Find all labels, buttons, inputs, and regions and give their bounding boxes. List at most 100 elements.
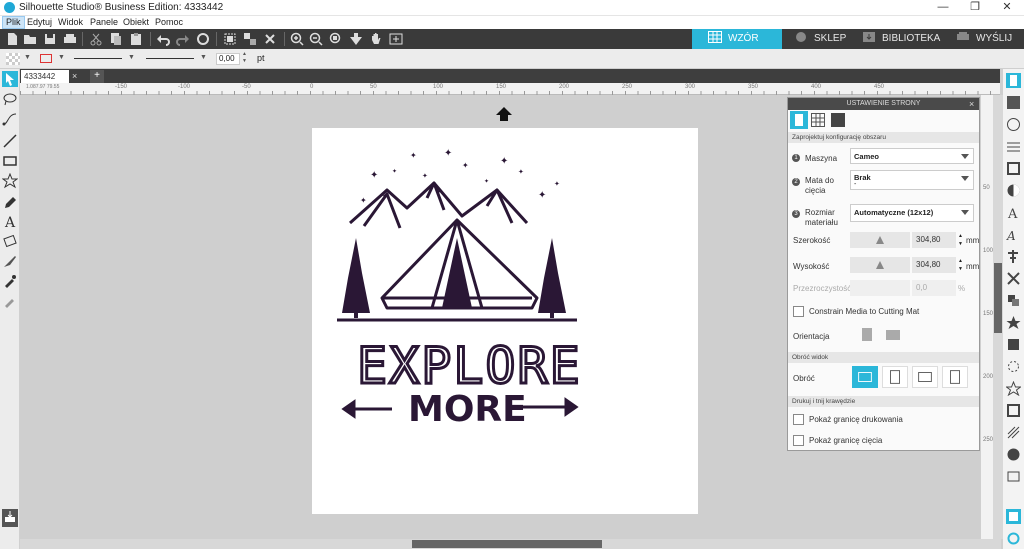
line-style-select[interactable] xyxy=(74,58,122,59)
paste-icon[interactable] xyxy=(128,31,144,47)
rotate-180-button[interactable] xyxy=(912,366,938,388)
rectangle-tool-icon[interactable] xyxy=(2,153,18,169)
vertical-scrollbar[interactable] xyxy=(993,95,1003,539)
group-icon[interactable] xyxy=(222,31,238,47)
height-input[interactable]: 304,80 xyxy=(912,257,956,273)
document-tab[interactable]: 4333442 xyxy=(21,70,69,83)
redraw-icon[interactable] xyxy=(195,31,211,47)
import-icon[interactable] xyxy=(2,509,18,527)
minimize-button[interactable]: — xyxy=(927,0,959,16)
explore-more-artwork[interactable]: ✦✦ ✦ ✦ ✦✦ ✦✦✦ ✦ ✦✦ ✦✦ EXPLORE MORE xyxy=(312,128,698,514)
media-size-select[interactable]: Automatyczne (12x12) xyxy=(850,204,974,222)
line-style-dropdown-icon[interactable]: ▼ xyxy=(128,54,135,61)
menu-object[interactable]: Obiekt xyxy=(120,16,152,29)
pixscan-icon[interactable] xyxy=(1006,95,1021,110)
offset-icon[interactable] xyxy=(1006,337,1021,352)
menu-view[interactable]: Widok xyxy=(55,16,86,29)
zoom-in-icon[interactable] xyxy=(289,31,305,47)
replicate-icon[interactable] xyxy=(1006,293,1021,308)
fit-to-page-icon[interactable] xyxy=(348,31,364,47)
pencil-tool-icon[interactable] xyxy=(2,195,18,211)
library-panel-icon[interactable] xyxy=(1006,469,1021,484)
send-panel-icon[interactable] xyxy=(1006,509,1021,524)
line-color-icon[interactable] xyxy=(1006,161,1021,176)
line-width-input[interactable]: 0,00 xyxy=(216,53,240,65)
select-tool-icon[interactable] xyxy=(2,71,18,87)
delete-icon[interactable] xyxy=(262,31,278,47)
line-color-dropdown-icon[interactable]: ▼ xyxy=(58,54,65,61)
background-tab-icon[interactable] xyxy=(831,113,845,127)
text-path-icon[interactable]: A xyxy=(1006,227,1021,242)
grid-tab-icon[interactable] xyxy=(811,113,825,127)
document-tab-close-button[interactable]: × xyxy=(72,70,84,83)
knife-tool-icon[interactable] xyxy=(2,253,18,269)
machine-select[interactable]: Cameo xyxy=(850,148,974,164)
maximize-button[interactable]: ❐ xyxy=(959,0,991,16)
vertical-scroll-thumb[interactable] xyxy=(994,263,1002,333)
cut-border-checkbox[interactable] xyxy=(793,435,804,446)
rotate-90-button[interactable] xyxy=(882,366,908,388)
trace-icon[interactable] xyxy=(1006,359,1021,374)
open-folder-icon[interactable] xyxy=(22,31,38,47)
height-stepper[interactable]: ▲ ▼ xyxy=(958,257,963,273)
tab-design[interactable]: WZÓR xyxy=(692,29,782,49)
rotate-0-button[interactable] xyxy=(852,366,878,388)
portrait-orientation-icon[interactable] xyxy=(862,328,872,341)
width-slider[interactable] xyxy=(850,232,910,248)
refresh-icon[interactable] xyxy=(1006,531,1021,546)
tab-send[interactable]: WYŚLIJ xyxy=(948,29,1024,49)
panel-close-button[interactable]: × xyxy=(969,98,974,110)
layers-icon[interactable] xyxy=(1006,403,1021,418)
line-join-dropdown-icon[interactable]: ▼ xyxy=(200,54,207,61)
fill-color-icon[interactable] xyxy=(1006,117,1021,132)
tab-library[interactable]: BIBLIOTEKA xyxy=(854,29,948,49)
sketch-icon[interactable] xyxy=(1006,425,1021,440)
constrain-media-checkbox[interactable] xyxy=(793,306,804,317)
mat-select[interactable]: Brak - xyxy=(850,170,974,190)
width-stepper[interactable]: ▲ ▼ xyxy=(958,232,963,248)
ungroup-icon[interactable] xyxy=(242,31,258,47)
eraser-tool-icon[interactable] xyxy=(2,233,18,249)
favorites-icon[interactable] xyxy=(1006,381,1021,396)
polygon-tool-icon[interactable] xyxy=(2,173,18,189)
fill-color-swatch[interactable] xyxy=(6,53,20,65)
tab-store[interactable]: SKLEP xyxy=(782,29,854,49)
gradient-icon[interactable] xyxy=(1006,183,1021,198)
modify-icon[interactable] xyxy=(1006,315,1021,330)
transform-icon[interactable] xyxy=(1006,271,1021,286)
horizontal-scrollbar[interactable] xyxy=(20,539,1001,549)
pan-hand-icon[interactable] xyxy=(368,31,384,47)
lasso-tool-icon[interactable] xyxy=(2,91,18,107)
eyedropper-alt-tool-icon[interactable] xyxy=(2,293,18,309)
new-file-icon[interactable] xyxy=(4,31,20,47)
menu-edit[interactable]: Edytuj xyxy=(24,16,55,29)
save-icon[interactable] xyxy=(42,31,58,47)
transparency-input[interactable]: 0,0 xyxy=(912,280,956,296)
cut-icon[interactable] xyxy=(88,31,104,47)
menu-help[interactable]: Pomoc xyxy=(152,16,186,29)
edit-points-tool-icon[interactable] xyxy=(2,111,18,127)
fit-window-icon[interactable] xyxy=(388,31,404,47)
line-tool-icon[interactable] xyxy=(2,133,18,149)
close-window-button[interactable]: ✕ xyxy=(991,0,1023,16)
horizontal-scroll-thumb[interactable] xyxy=(412,540,602,548)
page-setup-icon[interactable] xyxy=(1006,73,1021,88)
width-input[interactable]: 304,80 xyxy=(912,232,956,248)
design-page[interactable]: ✦ ✦ ✦ ✦ ✦ ✦ ✦ ✦ ✦ ✦ ✦ ✦ ✦ ✦ EXPLORE MORE xyxy=(312,128,698,514)
zoom-select-icon[interactable] xyxy=(328,31,344,47)
print-border-checkbox[interactable] xyxy=(793,414,804,425)
line-style-icon[interactable] xyxy=(1006,139,1021,154)
line-color-swatch[interactable] xyxy=(40,54,52,63)
line-join-select[interactable] xyxy=(146,58,194,59)
fill-dropdown-icon[interactable]: ▼ xyxy=(24,54,31,61)
redo-icon[interactable] xyxy=(175,31,191,47)
undo-icon[interactable] xyxy=(155,31,171,47)
rhinestone-icon[interactable] xyxy=(1006,447,1021,462)
page-setup-tab-icon[interactable] xyxy=(790,111,808,129)
menu-file[interactable]: Plik xyxy=(2,16,25,29)
text-tool-icon[interactable]: A xyxy=(2,213,18,229)
height-slider[interactable] xyxy=(850,257,910,273)
print-icon[interactable] xyxy=(62,31,78,47)
line-width-stepper[interactable]: ▲ ▼ xyxy=(242,51,247,65)
landscape-orientation-icon[interactable] xyxy=(886,330,900,340)
